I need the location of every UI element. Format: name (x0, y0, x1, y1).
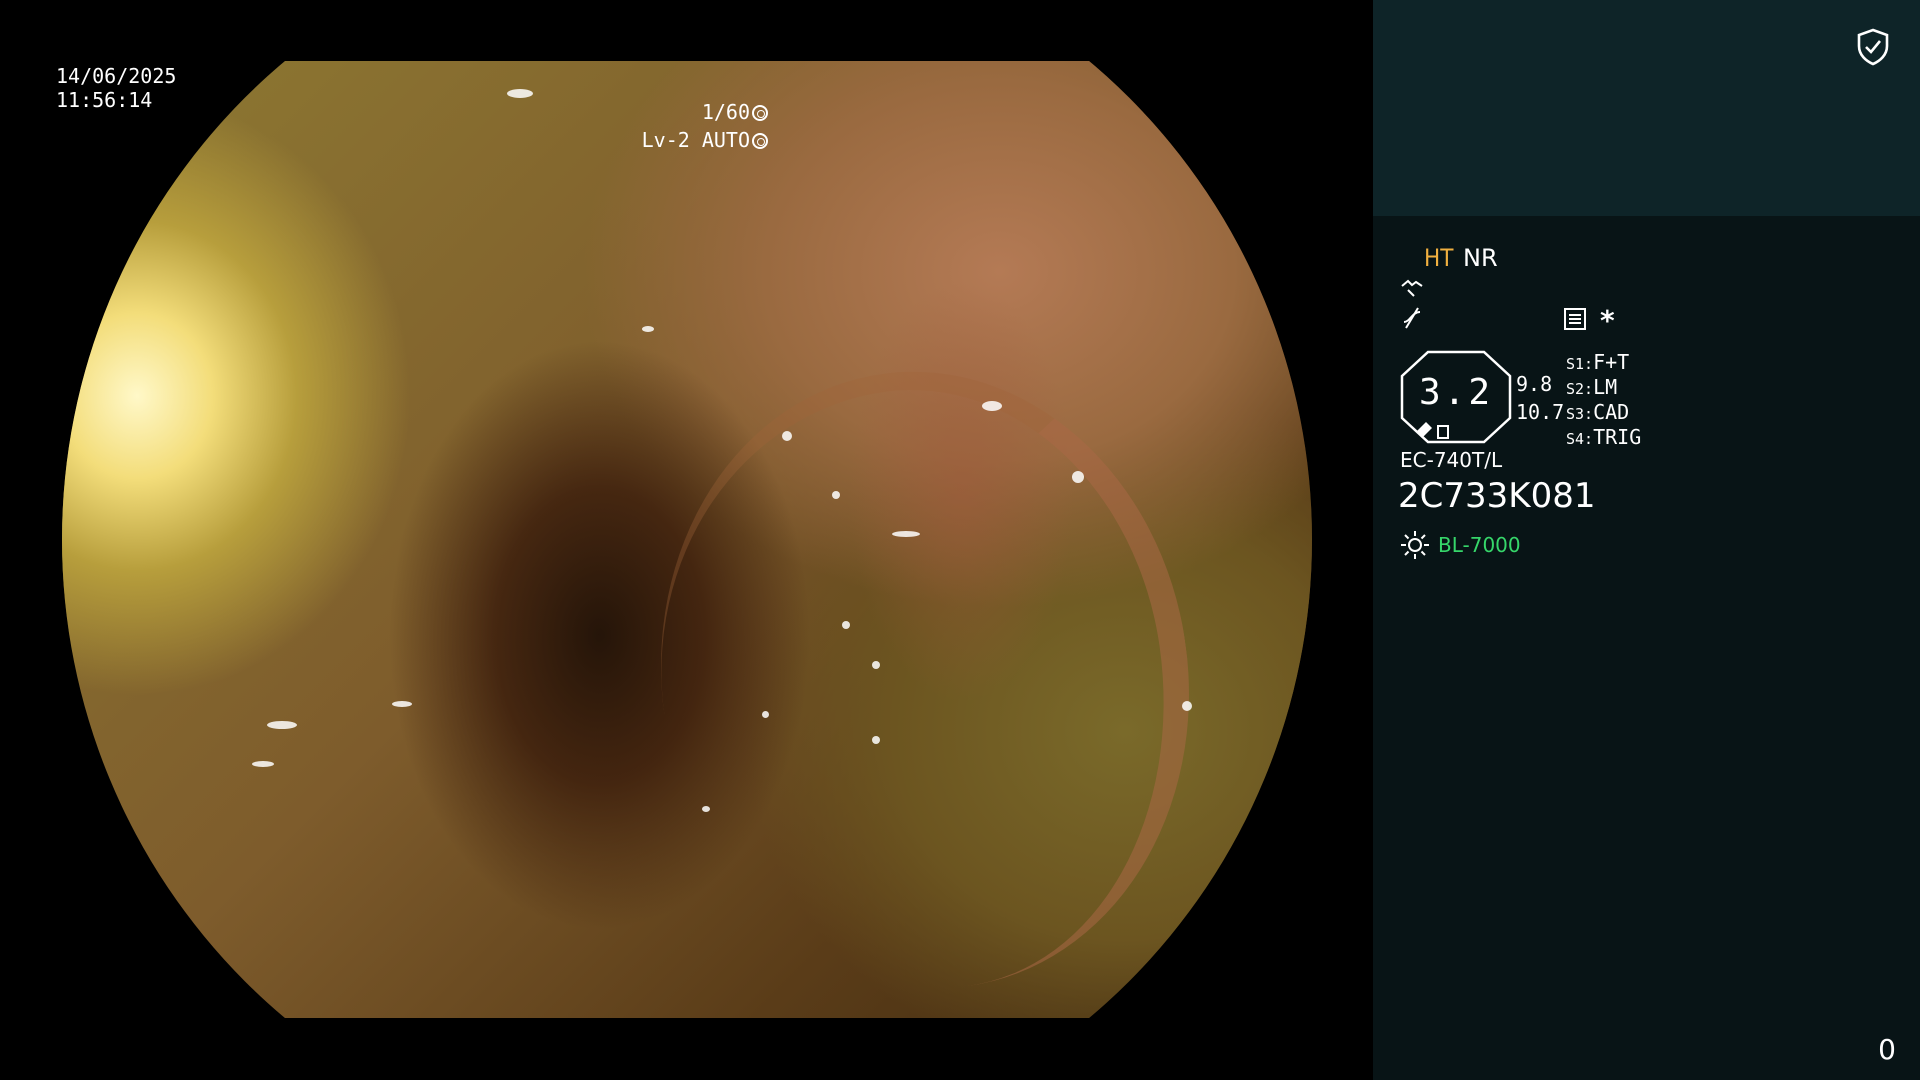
light-source-icon (1401, 531, 1429, 559)
reflection-speck (1072, 471, 1084, 483)
switch-value: LM (1593, 375, 1618, 399)
reflection-speck (392, 701, 412, 707)
time-label: 11:56:14 (56, 88, 153, 112)
info-panel (1373, 216, 1920, 1080)
zoom-readout-b: 10.7 (1516, 400, 1565, 424)
structure-enhance-icon (1401, 279, 1423, 297)
switch-row-s1: S1:F+T (1566, 350, 1629, 374)
reflection-speck (762, 711, 769, 718)
reflection-speck (782, 431, 792, 441)
reflection-speck (642, 326, 654, 332)
endoscope-view: 14/06/2025 11:56:14 1/60 Lv-2 AUTO (0, 0, 1372, 1080)
reflection-speck (252, 761, 274, 767)
endoscope-image (62, 61, 1312, 1018)
reflection-speck (1182, 701, 1192, 711)
level-mode-readout: Lv-2 AUTO (642, 128, 768, 152)
switch-key: S4: (1566, 430, 1594, 448)
reflection-speck (872, 736, 880, 744)
reflection-speck (267, 721, 297, 729)
reflection-speck (872, 661, 880, 669)
panel-header-area (1373, 0, 1920, 216)
date-time-readout: 14/06/2025 11:56:14 (56, 64, 176, 112)
shield-check-icon (1857, 28, 1889, 66)
zoom-value: 3.2 (1418, 372, 1494, 413)
asterisk-indicator: * (1600, 304, 1615, 337)
iris-icon (752, 105, 768, 121)
level-mode-value: Lv-2 AUTO (641, 128, 750, 152)
reflection-speck (892, 531, 920, 537)
reflection-speck (702, 806, 710, 812)
switch-key: S3: (1566, 405, 1594, 423)
switch-value: CAD (1593, 400, 1630, 424)
switch-row-s4: S4:TRIG (1566, 425, 1641, 449)
scope-serial: 2C733K081 (1398, 476, 1596, 516)
reflection-speck (832, 491, 840, 499)
switch-row-s3: S3:CAD (1566, 400, 1629, 424)
date-label: 14/06/2025 (56, 64, 177, 88)
shutter-readout: 1/60 (702, 100, 768, 124)
color-enhance-icon (1403, 307, 1421, 329)
settings-icon (1564, 308, 1586, 330)
reflection-speck (507, 89, 533, 98)
scope-model: EC-740T/L (1400, 448, 1503, 472)
auto-iris-icon (752, 133, 768, 149)
zoom-readout-a: 9.8 (1516, 372, 1553, 396)
reflection-speck (982, 401, 1002, 411)
frame-counter: 0 (1878, 1033, 1896, 1066)
switch-value: F+T (1593, 350, 1630, 374)
nr-indicator: NR (1463, 244, 1498, 272)
ht-indicator: HT (1424, 244, 1454, 272)
switch-key: S1: (1566, 355, 1594, 373)
lumen-fold (621, 337, 1229, 1018)
switch-row-s2: S2:LM (1566, 375, 1617, 399)
reflection-speck (842, 621, 850, 629)
switch-value: TRIG (1593, 425, 1642, 449)
switch-key: S2: (1566, 380, 1594, 398)
shutter-value: 1/60 (701, 100, 750, 124)
light-source-model: BL-7000 (1438, 533, 1521, 557)
